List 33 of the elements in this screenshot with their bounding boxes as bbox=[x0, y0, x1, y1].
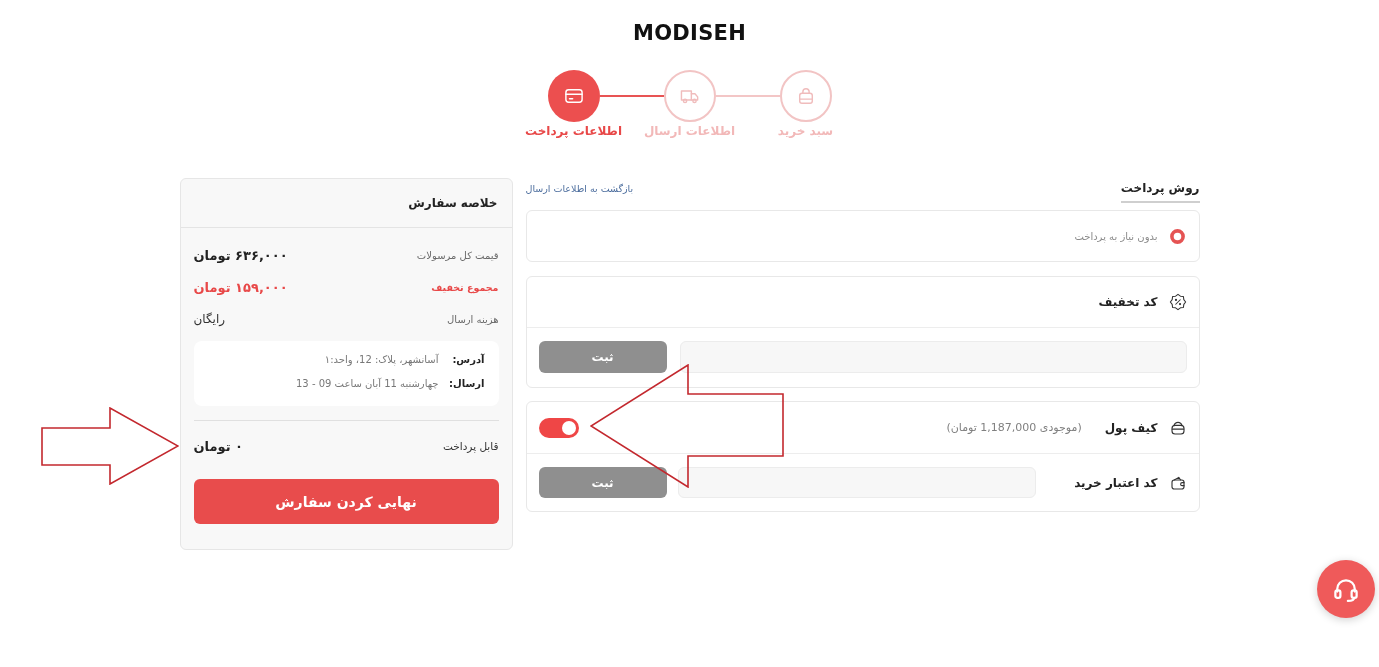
wallet-balance: (موجودی 1,187,000 تومان) bbox=[946, 421, 1082, 434]
step-label: اطلاعات پرداخت bbox=[524, 123, 623, 139]
summary-label: هزینه ارسال bbox=[447, 313, 499, 325]
toggle-switch[interactable] bbox=[538, 417, 579, 438]
detail-value: آسانشهر، پلاک: 12، واحد:۱ bbox=[324, 353, 439, 365]
credit-code-field[interactable] bbox=[677, 467, 1036, 498]
step-label: سبد خرید bbox=[777, 123, 834, 139]
payment-option[interactable]: بدون نیاز به پرداخت bbox=[525, 210, 1200, 262]
detail-label: ارسال: bbox=[450, 377, 485, 389]
wallet-title: کیف پول bbox=[1104, 420, 1158, 435]
payable-value: ۰ تومان bbox=[193, 438, 244, 454]
summary-value: رایگان bbox=[193, 312, 226, 326]
discount-badge-icon bbox=[1168, 293, 1187, 311]
option-label: بدون نیاز به پرداخت bbox=[1074, 230, 1158, 242]
step-connector bbox=[715, 95, 780, 97]
back-link[interactable]: بازگشت به اطلاعات ارسال bbox=[525, 178, 634, 197]
summary-value: ۱۵۹,۰۰۰ تومان bbox=[193, 279, 288, 295]
checkout-button[interactable]: نهایی کردن سفارش bbox=[193, 479, 499, 524]
detail-value: چهارشنبه 11 آبان ساعت 09 - 13 bbox=[296, 377, 439, 389]
step-label: اطلاعات ارسال bbox=[643, 123, 736, 139]
discount-code-field[interactable] bbox=[679, 341, 1187, 373]
summary-value: ۶۳۶,۰۰۰ تومان bbox=[193, 247, 288, 263]
support-button[interactable] bbox=[1317, 560, 1375, 618]
discount-title: کد تخفیف bbox=[1098, 295, 1158, 309]
logo[interactable]: MODISEH bbox=[632, 18, 747, 48]
summary-label: مجموع تخفیف bbox=[431, 281, 499, 293]
payable-label: قابل پرداخت bbox=[442, 440, 499, 452]
summary-title: خلاصه سفارش bbox=[408, 196, 498, 210]
section-title: روش پرداخت bbox=[1120, 178, 1200, 203]
step-connector bbox=[599, 95, 664, 97]
detail-label: آدرس: bbox=[451, 353, 485, 365]
credit-code-title: کد اعتبار خرید bbox=[1074, 475, 1158, 490]
summary-label: قیمت کل مرسولات bbox=[416, 249, 499, 261]
